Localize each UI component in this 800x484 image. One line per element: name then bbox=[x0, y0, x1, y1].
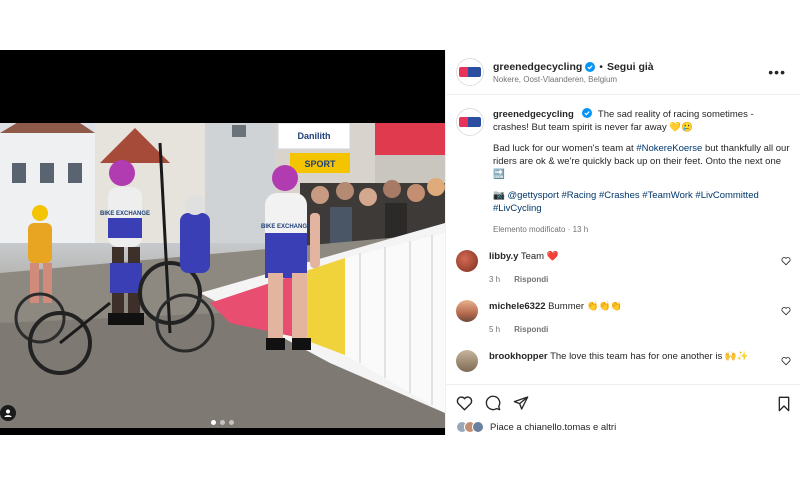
likes-summary[interactable]: Piace a chianello.tomas e altri bbox=[456, 421, 791, 433]
banner-sport-text: SPORT bbox=[304, 159, 336, 169]
caption-meta: Elemento modificato · 13 h bbox=[493, 225, 589, 234]
author-username[interactable]: greenedgecycling bbox=[493, 61, 582, 73]
commenter-avatar[interactable] bbox=[456, 350, 478, 372]
team-logo-icon bbox=[459, 67, 481, 77]
liker-avatar bbox=[472, 421, 484, 433]
banner-danilith-text: Danilith bbox=[298, 131, 331, 141]
carousel-dot[interactable] bbox=[211, 420, 216, 425]
reply-button[interactable]: Rispondi bbox=[514, 273, 548, 286]
commenter-username[interactable]: michele6322 bbox=[489, 301, 546, 312]
post-location[interactable]: Nokere, Oost-Vlaanderen, Belgium bbox=[493, 75, 654, 84]
comment-time: 3 h bbox=[489, 275, 501, 284]
caption-text: Bad luck for our women's team at bbox=[493, 143, 637, 154]
comment-item: brookhopper The love this team has for o… bbox=[446, 350, 800, 372]
post-side-panel: greenedgecycling • Segui già Nokere, Oos… bbox=[445, 50, 800, 435]
hashtag-link[interactable]: #NokereKoerse bbox=[636, 143, 702, 154]
commenter-username[interactable]: libby.y bbox=[489, 251, 518, 262]
camera-emoji: 📷 bbox=[493, 190, 508, 201]
more-options-icon[interactable]: ••• bbox=[768, 64, 786, 80]
comment-item: libby.y Team ❤️ 3 h Rispondi bbox=[446, 250, 800, 286]
heart-icon[interactable] bbox=[456, 395, 473, 411]
carousel-dot[interactable] bbox=[220, 420, 225, 425]
race-scene-illustration: Danilith SPORT BIKE EXCHANGE BIKE EXCHAN… bbox=[0, 123, 445, 428]
likes-text: Piace a chianello.tomas e altri bbox=[490, 421, 617, 433]
comment-like-heart-icon[interactable] bbox=[781, 356, 791, 366]
caption-author-avatar[interactable] bbox=[456, 108, 484, 136]
bookmark-icon[interactable] bbox=[777, 396, 791, 412]
caption-paragraph-3: 📷 @gettysport #Racing #Crashes #TeamWork… bbox=[493, 189, 791, 215]
commenter-avatar[interactable] bbox=[456, 300, 478, 322]
comment-like-heart-icon[interactable] bbox=[781, 306, 791, 316]
verified-badge-icon bbox=[585, 61, 596, 72]
carousel-dot[interactable] bbox=[229, 420, 234, 425]
following-button[interactable]: Segui già bbox=[607, 61, 654, 73]
team-logo-icon bbox=[459, 117, 481, 127]
verified-badge-icon bbox=[582, 108, 593, 118]
commenter-avatar[interactable] bbox=[456, 250, 478, 272]
post-caption: greenedgecycling The sad reality of raci… bbox=[446, 96, 800, 236]
caption-username[interactable]: greenedgecycling bbox=[493, 109, 574, 120]
post-header: greenedgecycling • Segui già Nokere, Oos… bbox=[446, 50, 800, 95]
comment-like-heart-icon[interactable] bbox=[781, 256, 791, 266]
tag-people-icon[interactable] bbox=[0, 405, 16, 421]
comment-time: 5 h bbox=[489, 325, 501, 334]
instagram-post: Danilith SPORT BIKE EXCHANGE BIKE EXCHAN… bbox=[0, 50, 800, 435]
share-icon[interactable] bbox=[513, 395, 529, 411]
comments-scroll-area[interactable]: greenedgecycling The sad reality of raci… bbox=[446, 96, 800, 384]
header-separator: • bbox=[599, 60, 603, 73]
reply-button[interactable]: Rispondi bbox=[514, 323, 548, 336]
author-avatar[interactable] bbox=[456, 58, 484, 86]
jersey-text-rider-1: BIKE EXCHANGE bbox=[100, 211, 150, 217]
post-media[interactable]: Danilith SPORT BIKE EXCHANGE BIKE EXCHAN… bbox=[0, 50, 445, 435]
comment-item: michele6322 Bummer 👏👏👏 5 h Rispondi bbox=[446, 300, 800, 336]
commenter-username[interactable]: brookhopper bbox=[489, 351, 548, 362]
comment-text: Team ❤️ bbox=[520, 251, 559, 262]
comment-icon[interactable] bbox=[485, 395, 501, 411]
comment-text: Bummer 👏👏👏 bbox=[548, 301, 623, 312]
carousel-dots bbox=[0, 420, 445, 425]
comment-text: The love this team has for one another i… bbox=[550, 351, 749, 362]
photo-credit-link[interactable]: @gettysport bbox=[507, 190, 558, 201]
post-actions-bar: Piace a chianello.tomas e altri bbox=[446, 384, 800, 435]
jersey-text-rider-2: BIKE EXCHANGE bbox=[261, 224, 311, 230]
race-photo: Danilith SPORT BIKE EXCHANGE BIKE EXCHAN… bbox=[0, 123, 445, 428]
caption-paragraph-2: Bad luck for our women's team at #Nokere… bbox=[493, 142, 791, 181]
